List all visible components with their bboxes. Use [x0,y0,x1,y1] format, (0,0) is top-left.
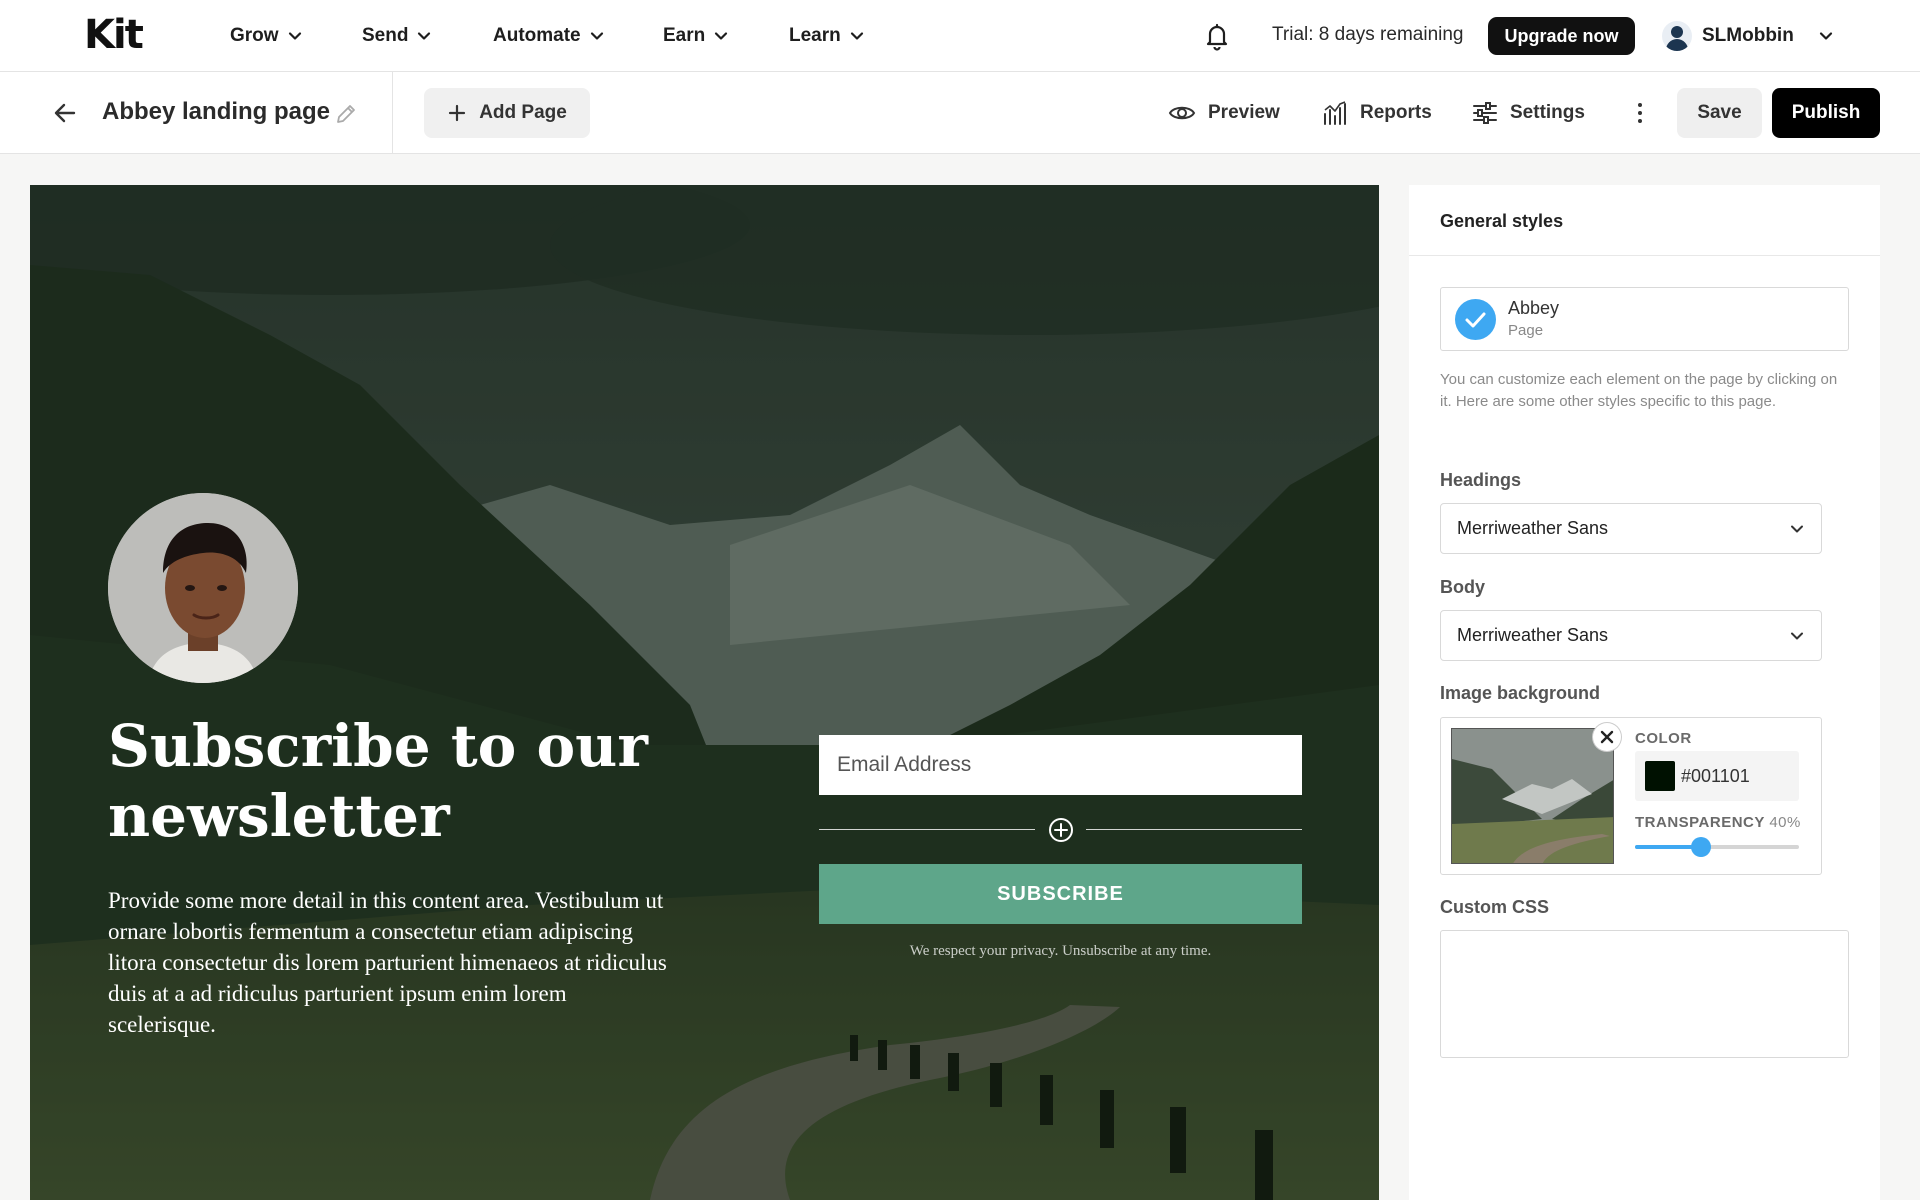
headings-font-value: Merriweather Sans [1457,518,1609,538]
nav-automate-label: Automate [493,25,581,46]
chevron-down-icon [590,32,603,40]
chevron-down-icon [850,32,863,40]
nav-learn-label: Learn [789,25,841,46]
transparency-label-text: TRANSPARENCY [1635,814,1765,831]
background-thumbnail-image [1452,729,1613,863]
chevron-down-icon [288,32,301,40]
chevron-down-icon [1791,632,1803,639]
add-field-row [819,815,1302,845]
email-address-field[interactable]: Email Address [819,735,1302,795]
image-background-label: Image background [1440,683,1601,703]
back-arrow-icon[interactable] [52,100,78,126]
bar-chart-icon [1324,101,1346,125]
content-paragraph[interactable]: Provide some more detail in this content… [108,885,668,1040]
nav-grow-label: Grow [230,25,279,46]
nav-learn[interactable]: Learn [789,22,865,50]
nav-automate[interactable]: Automate [493,22,605,50]
landing-page-canvas[interactable]: Subscribe to our newsletter Provide some… [30,185,1379,1200]
panel-title: General styles [1409,185,1880,256]
reports-label: Reports [1360,102,1432,123]
save-button[interactable]: Save [1677,88,1762,138]
mountain-valley-background-image[interactable] [30,185,1379,1200]
account-menu[interactable]: SLMobbin [1662,20,1834,52]
image-background-box: COLOR #001101 TRANSPARENCY 40% [1440,717,1822,875]
nav-earn[interactable]: Earn [663,22,729,50]
sliders-icon [1473,102,1497,124]
divider-line [819,829,1035,830]
top-navigation: Kit Grow Send Automate Earn Learn Trial:… [0,0,1920,72]
chevron-down-icon [1791,525,1803,532]
subscribe-button[interactable]: SUBSCRIBE [819,864,1302,924]
page-title[interactable]: Abbey landing page [102,98,330,126]
settings-button[interactable]: Settings [1472,96,1585,130]
color-label: COLOR [1635,730,1692,747]
body-font-select[interactable]: Merriweather Sans [1440,610,1822,661]
color-hex-value: #001101 [1681,765,1750,786]
transparency-value: 40% [1769,814,1801,831]
color-picker-field[interactable]: #001101 [1635,751,1799,801]
settings-label: Settings [1510,102,1585,123]
chevron-down-icon [418,32,431,40]
add-page-button[interactable]: Add Page [424,88,590,138]
remove-image-button[interactable] [1593,723,1621,751]
divider-line [1086,829,1302,830]
chevron-down-icon [715,32,728,40]
user-avatar-icon [1662,21,1692,51]
custom-css-textarea[interactable] [1440,930,1849,1058]
profile-photo[interactable] [108,493,298,683]
upgrade-button[interactable]: Upgrade now [1488,17,1635,55]
toolbar-divider [392,72,393,154]
publish-button[interactable]: Publish [1772,88,1880,138]
close-icon [1600,730,1614,744]
custom-css-label: Custom CSS [1440,897,1550,917]
chevron-down-icon [1819,32,1832,40]
more-vertical-icon[interactable] [1630,96,1650,130]
transparency-slider[interactable] [1635,837,1799,857]
background-thumbnail[interactable] [1451,728,1614,864]
username: SLMobbin [1702,25,1794,46]
theme-name: Abbey [1508,298,1560,318]
check-icon [1455,299,1496,340]
eye-icon [1168,106,1196,120]
preview-button[interactable]: Preview [1168,96,1280,130]
privacy-notice[interactable]: We respect your privacy. Unsubscribe at … [819,943,1302,960]
trial-status: Trial: 8 days remaining [1272,24,1464,45]
nav-send[interactable]: Send [362,22,432,50]
general-styles-panel: General styles Abbey Page You can custom… [1409,185,1880,1200]
panel-hint: You can customize each element on the pa… [1440,371,1838,410]
editor-toolbar: Abbey landing page Add Page Preview Repo… [0,72,1920,154]
nav-earn-label: Earn [663,25,706,46]
transparency-label: TRANSPARENCY 40% [1635,814,1801,831]
headings-label: Headings [1440,470,1522,490]
body-font-value: Merriweather Sans [1457,625,1609,645]
color-swatch[interactable] [1645,761,1675,791]
body-label: Body [1440,577,1485,597]
bell-icon[interactable] [1203,21,1231,51]
kit-logo[interactable]: Kit [84,14,144,56]
theme-card-abbey[interactable]: Abbey Page [1440,287,1849,351]
headings-font-select[interactable]: Merriweather Sans [1440,503,1822,554]
reports-button[interactable]: Reports [1322,96,1432,130]
transparency-slider-handle[interactable] [1690,837,1711,857]
person-portrait-image [108,493,298,683]
pencil-icon[interactable] [334,102,358,126]
nav-grow[interactable]: Grow [230,22,303,50]
theme-type: Page [1508,322,1544,339]
add-page-label: Add Page [479,102,567,123]
nav-send-label: Send [362,25,409,46]
newsletter-headline[interactable]: Subscribe to our newsletter [108,711,668,851]
plus-icon [449,104,466,122]
add-field-plus-icon[interactable] [1048,817,1074,843]
preview-label: Preview [1208,102,1280,123]
